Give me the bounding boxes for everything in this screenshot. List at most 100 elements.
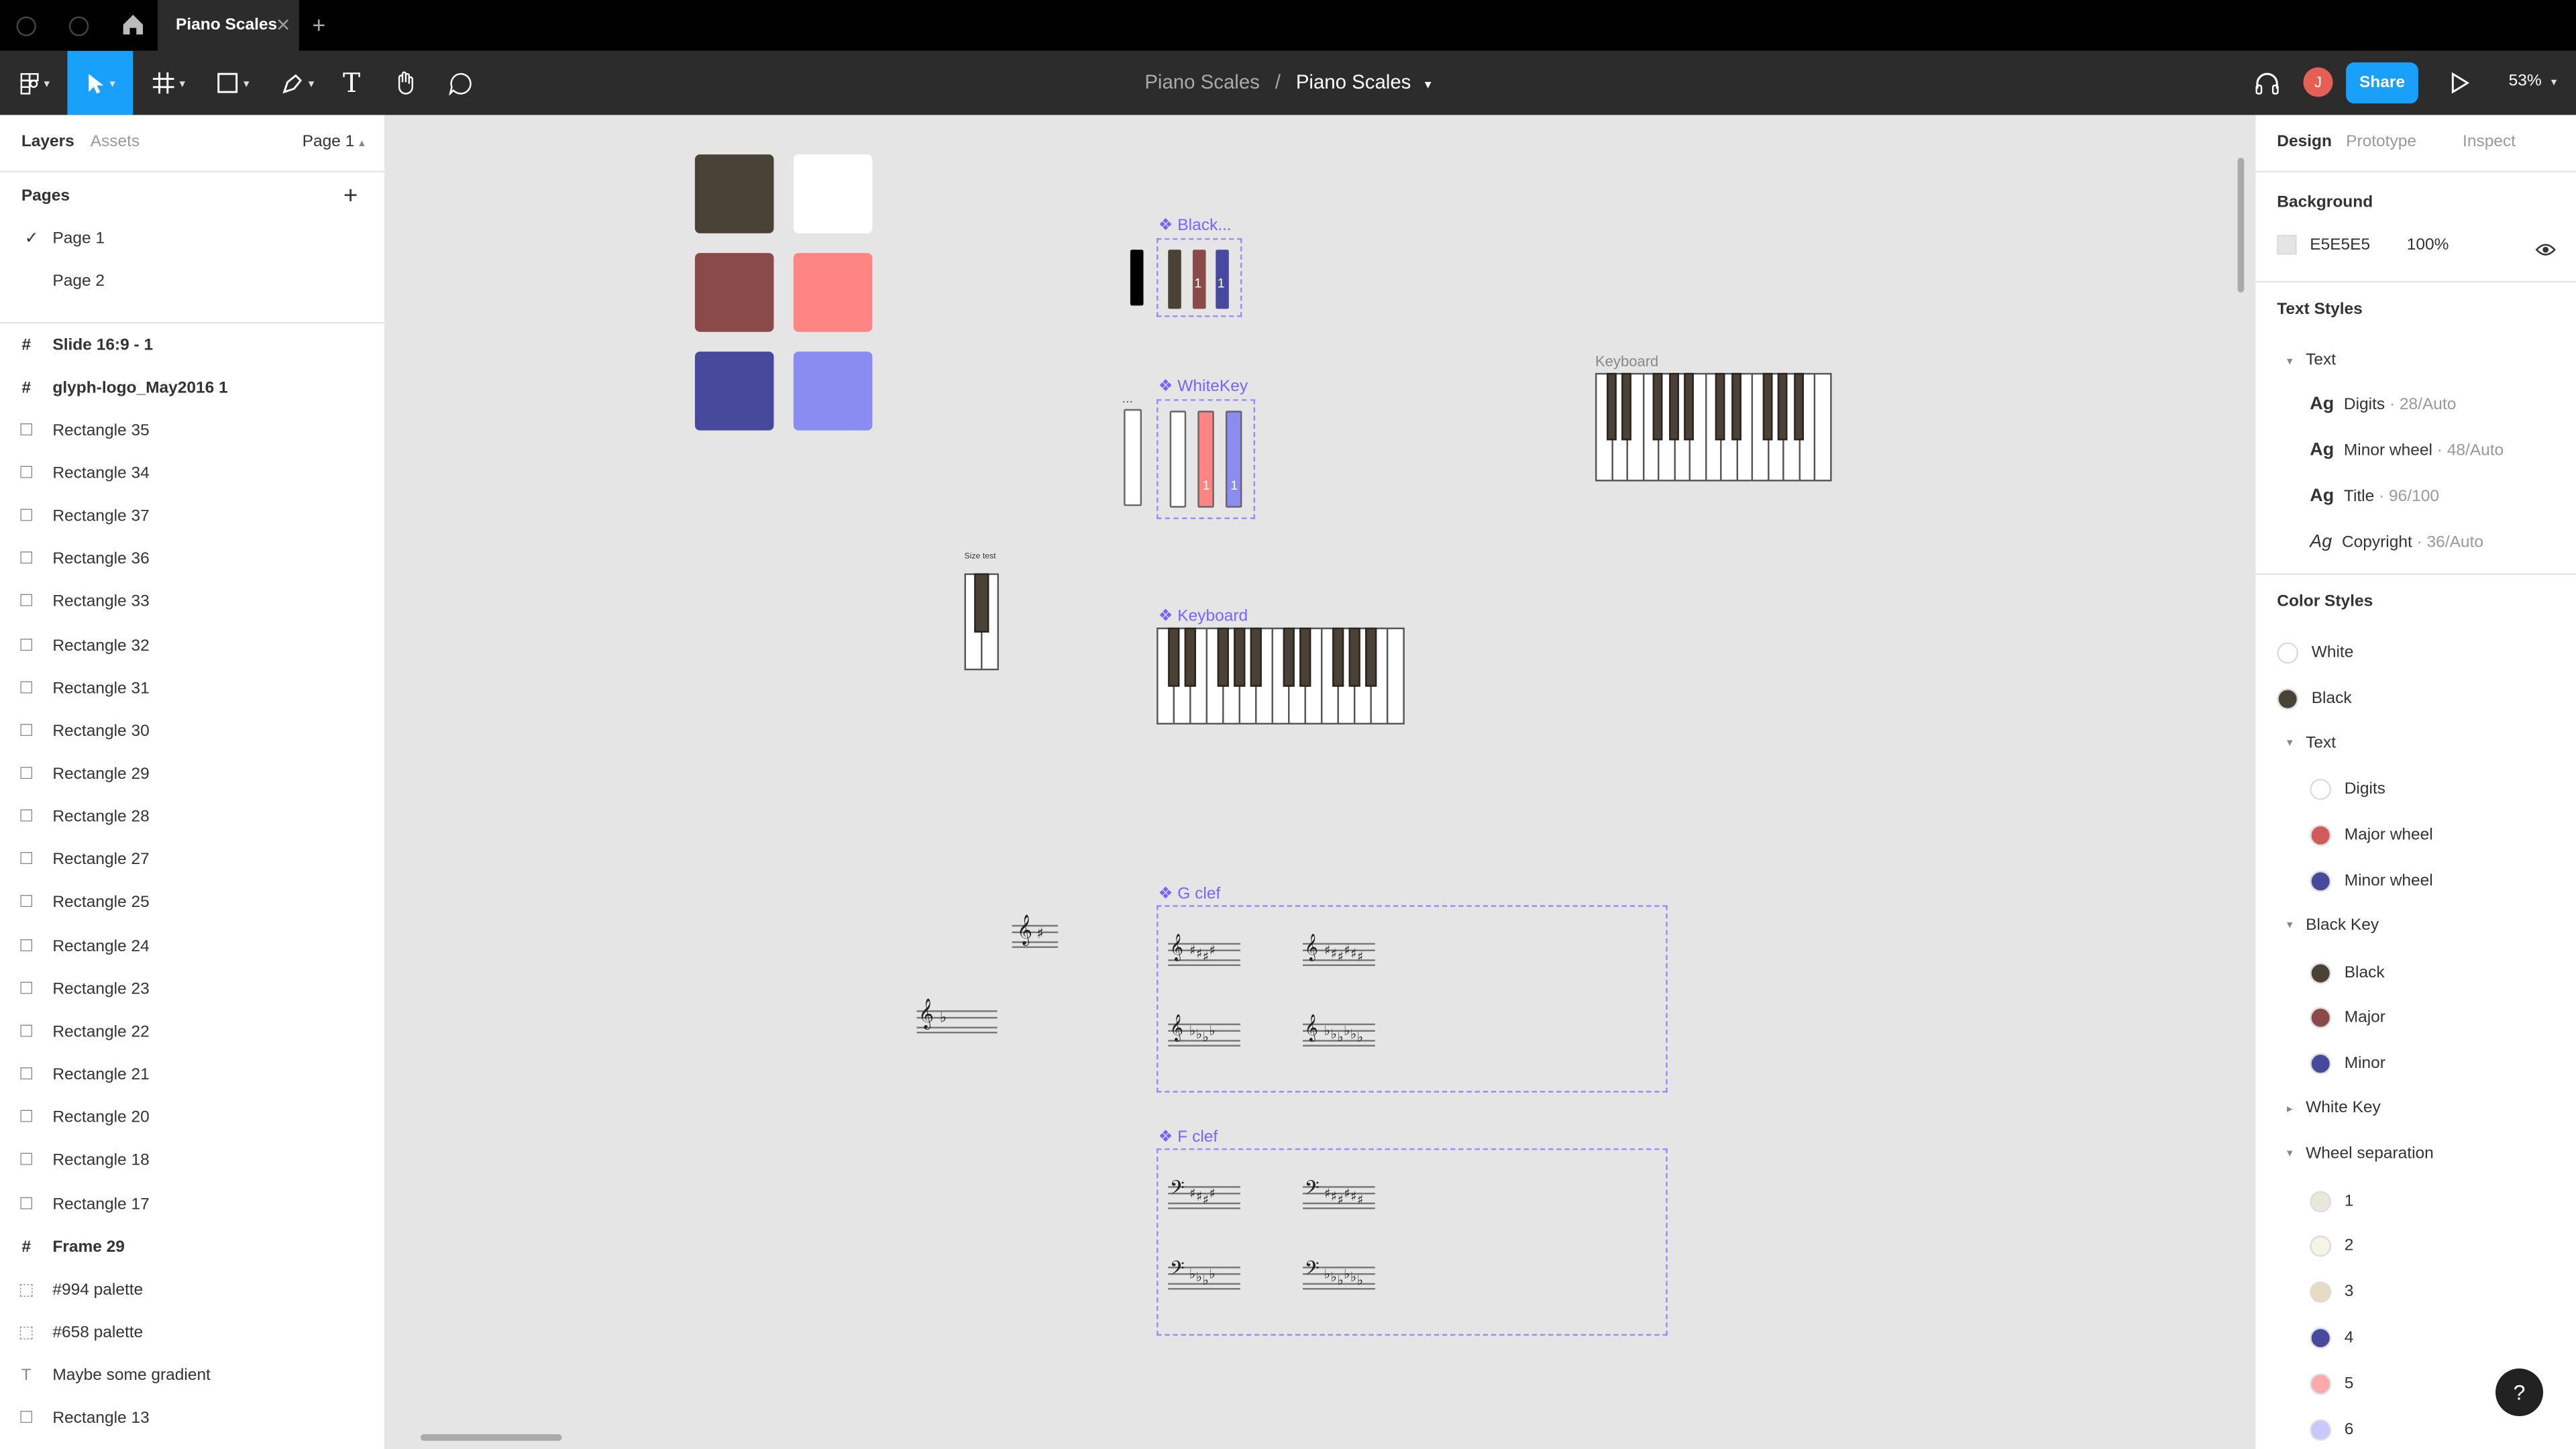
size-test-frame[interactable]: [964, 573, 999, 672]
tab-assets[interactable]: Assets: [91, 133, 140, 151]
component-label-white-key[interactable]: ❖ WhiteKey: [1159, 378, 1248, 396]
color-swatch[interactable]: [793, 154, 873, 233]
home-icon[interactable]: [120, 11, 146, 38]
g-clef-sample[interactable]: 𝄞 ♯: [1012, 916, 1059, 951]
layer-item[interactable]: T Maybe some gradient: [0, 1354, 386, 1397]
background-opacity[interactable]: 100%: [2407, 237, 2449, 255]
color-style-item[interactable]: 2: [2310, 1236, 2353, 1258]
black-key[interactable]: [1249, 627, 1261, 687]
color-swatch[interactable]: [694, 352, 774, 431]
clef-variant[interactable]: 𝄢 ♭ ♭ ♭ ♭ ♭ ♭: [1303, 1258, 1375, 1293]
color-swatch[interactable]: [694, 253, 774, 332]
white-key-variant-minor[interactable]: 1: [1225, 411, 1242, 508]
black-key[interactable]: [974, 573, 989, 633]
page-item[interactable]: Page 2: [52, 273, 105, 291]
black-key-variant-major[interactable]: 1: [1192, 250, 1206, 309]
layer-item[interactable]: ☐ Rectangle 22: [0, 1011, 386, 1054]
color-style-item[interactable]: 1: [2310, 1190, 2353, 1212]
white-key-variant[interactable]: [1169, 411, 1187, 508]
black-key[interactable]: [1793, 372, 1803, 441]
page-selector[interactable]: Page 1 ▴: [303, 133, 365, 151]
window-control-icon[interactable]: [16, 16, 36, 36]
tab-design[interactable]: Design: [2277, 133, 2332, 151]
black-key[interactable]: [1731, 372, 1741, 441]
component-label-keyboard[interactable]: ❖ Keyboard: [1159, 608, 1248, 626]
eye-icon[interactable]: [2535, 237, 2557, 266]
help-button[interactable]: ?: [2496, 1368, 2544, 1417]
clef-variant[interactable]: 𝄢 ♯ ♯ ♯ ♯: [1168, 1178, 1240, 1212]
clef-variant[interactable]: 𝄞 ♯ ♯ ♯ ♯: [1168, 934, 1240, 969]
black-key[interactable]: [1364, 627, 1377, 687]
clef-variant[interactable]: 𝄢 ♯ ♯ ♯ ♯ ♯ ♯: [1303, 1178, 1375, 1212]
layer-item[interactable]: ☐ Rectangle 37: [0, 496, 386, 539]
color-style-group[interactable]: ▸ White Key: [2287, 1099, 2381, 1117]
layer-item[interactable]: ☐ Rectangle 32: [0, 625, 386, 667]
headphones-icon[interactable]: [2254, 70, 2280, 103]
background-hex[interactable]: E5E5E5: [2310, 237, 2370, 255]
add-page-icon[interactable]: +: [343, 182, 358, 211]
text-style-group[interactable]: ▾ Text: [2287, 352, 2336, 370]
black-key[interactable]: [1216, 627, 1228, 687]
layer-item[interactable]: ☐ Rectangle 29: [0, 753, 386, 796]
layer-item[interactable]: ☐ Rectangle 30: [0, 710, 386, 753]
frame-label-keyboard[interactable]: Keyboard: [1595, 354, 1658, 370]
layer-item[interactable]: ☐ Rectangle 35: [0, 410, 386, 453]
color-style-item[interactable]: Minor wheel: [2310, 870, 2433, 892]
color-swatch[interactable]: [694, 154, 774, 233]
black-key[interactable]: [1282, 627, 1294, 687]
black-key[interactable]: [1348, 627, 1360, 687]
color-style-group[interactable]: ▾ Wheel separation: [2287, 1144, 2434, 1163]
black-key[interactable]: [1668, 372, 1678, 441]
tab-layers[interactable]: Layers: [21, 133, 74, 151]
layer-item[interactable]: ☐ Rectangle 34: [0, 453, 386, 496]
clef-variant[interactable]: 𝄞 ♯ ♯ ♯ ♯ ♯ ♯: [1303, 934, 1375, 969]
layer-item[interactable]: ☐ Rectangle 20: [0, 1097, 386, 1140]
black-key[interactable]: [1232, 627, 1245, 687]
black-key[interactable]: [1183, 627, 1195, 687]
text-style-item[interactable]: Ag Title · 96/100: [2310, 486, 2439, 506]
clef-variant[interactable]: 𝄞 ♭ ♭ ♭ ♭ ♭ ♭: [1303, 1015, 1375, 1050]
keyboard-frame[interactable]: [1595, 372, 1831, 482]
zoom-menu[interactable]: 53% ▾: [2509, 72, 2557, 91]
component-label-g-clef[interactable]: ❖ G clef: [1159, 885, 1221, 904]
layer-item[interactable]: ☐ Rectangle 36: [0, 539, 386, 582]
share-button[interactable]: Share: [2346, 62, 2418, 104]
black-key-component-set[interactable]: 1 1: [1157, 238, 1242, 317]
layer-item[interactable]: ☐ Rectangle 25: [0, 882, 386, 925]
color-style-item[interactable]: Black: [2277, 688, 2352, 710]
file-name[interactable]: Piano Scales: [1296, 70, 1411, 93]
layer-item[interactable]: ☐ Rectangle 31: [0, 667, 386, 710]
layer-item[interactable]: ☐ Rectangle 18: [0, 1140, 386, 1183]
component-label-f-clef[interactable]: ❖ F clef: [1159, 1128, 1218, 1146]
horizontal-scrollbar[interactable]: [420, 1434, 562, 1441]
black-key[interactable]: [1621, 372, 1631, 441]
layer-item[interactable]: ☐ Rectangle 21: [0, 1054, 386, 1097]
color-style-item[interactable]: Minor: [2310, 1053, 2385, 1075]
tab-piano-scales[interactable]: Piano Scales ✕: [158, 0, 299, 51]
page-item[interactable]: Page 1: [52, 230, 105, 248]
color-style-item[interactable]: 4: [2310, 1327, 2353, 1349]
black-key-variant-minor[interactable]: 1: [1216, 250, 1229, 309]
tab-inspect[interactable]: Inspect: [2463, 133, 2516, 151]
layer-item[interactable]: # Slide 16:9 - 1: [0, 323, 386, 366]
color-swatch[interactable]: [793, 352, 873, 431]
vertical-scrollbar[interactable]: [2237, 158, 2245, 292]
white-key-component-set[interactable]: 1 1: [1157, 399, 1256, 519]
layer-item[interactable]: ☐ Rectangle 27: [0, 839, 386, 882]
layer-item[interactable]: # Frame 29: [0, 1226, 386, 1269]
new-tab-icon[interactable]: +: [312, 11, 325, 38]
background-swatch[interactable]: [2277, 235, 2297, 255]
layer-item[interactable]: # glyph-logo_May2016 1: [0, 366, 386, 409]
black-key[interactable]: [1331, 627, 1344, 687]
color-swatch[interactable]: [793, 253, 873, 332]
g-clef-component-set[interactable]: 𝄞 ♯ ♯ ♯ ♯ 𝄞 ♯ ♯ ♯ ♯ ♯ ♯ 𝄞 ♭ ♭ ♭ ♭ 𝄞 ♭ ♭ ♭ ♭ ♭ ♭: [1157, 905, 1668, 1093]
color-style-item[interactable]: 6: [2310, 1418, 2353, 1440]
layer-item[interactable]: ☐ Rectangle 17: [0, 1183, 386, 1226]
layer-item[interactable]: ☐ Rectangle 28: [0, 796, 386, 839]
keyboard-component[interactable]: [1157, 627, 1414, 727]
color-style-item[interactable]: Digits: [2310, 779, 2385, 801]
color-style-item[interactable]: 3: [2310, 1281, 2353, 1303]
close-tab-icon[interactable]: ✕: [276, 15, 291, 36]
black-key-variant[interactable]: [1168, 250, 1181, 309]
color-style-item[interactable]: White: [2277, 642, 2353, 664]
